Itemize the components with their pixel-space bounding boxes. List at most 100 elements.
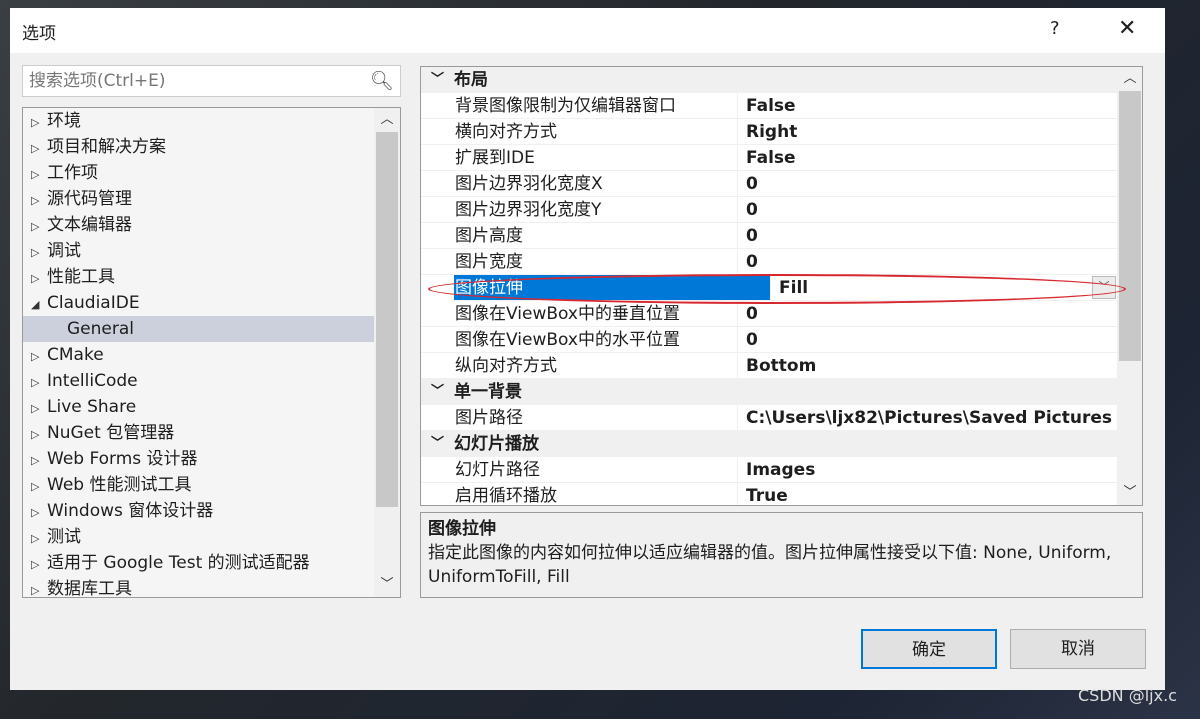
expand-arrow-icon[interactable]: ▷ bbox=[31, 552, 47, 578]
tree-scrollbar[interactable]: ︿ ﹀ bbox=[374, 108, 400, 597]
expand-arrow-icon[interactable]: ▷ bbox=[31, 240, 47, 266]
tree-item[interactable]: ▷ 文本编辑器 bbox=[23, 212, 400, 238]
property-row[interactable]: 启用循环播放 True bbox=[421, 483, 1142, 505]
tree-item[interactable]: ▷ Web Forms 设计器 bbox=[23, 446, 400, 472]
collapse-chevron-icon[interactable]: ﹀ bbox=[421, 67, 454, 93]
property-row[interactable]: 纵向对齐方式 Bottom bbox=[421, 353, 1142, 379]
property-row[interactable]: 图像在ViewBox中的垂直位置 0 bbox=[421, 301, 1142, 327]
tree-item[interactable]: ▷ 调试 bbox=[23, 238, 400, 264]
expand-arrow-icon[interactable]: ◢ bbox=[31, 292, 47, 318]
expand-arrow-icon[interactable]: ▷ bbox=[31, 188, 47, 214]
property-value[interactable]: 0 bbox=[737, 301, 1142, 327]
tree-item[interactable]: ▷ Live Share bbox=[23, 394, 400, 420]
property-value[interactable]: False bbox=[737, 145, 1142, 171]
expand-arrow-icon[interactable]: ▷ bbox=[31, 396, 47, 422]
category-row[interactable]: ﹀ 单一背景 bbox=[421, 379, 1142, 405]
property-value[interactable]: C:\Users\ljx82\Pictures\Saved Pictures bbox=[737, 405, 1142, 431]
expand-arrow-icon[interactable]: ▷ bbox=[31, 344, 47, 370]
property-value[interactable]: 0 bbox=[737, 327, 1142, 353]
category-label: 幻灯片播放 bbox=[454, 434, 539, 454]
property-value[interactable]: Images bbox=[737, 457, 1142, 483]
tree-item[interactable]: ▷ Windows 窗体设计器 bbox=[23, 498, 400, 524]
scroll-thumb[interactable] bbox=[376, 132, 398, 507]
expand-arrow-icon[interactable]: ▷ bbox=[31, 266, 47, 292]
expand-arrow-icon[interactable]: ▷ bbox=[31, 500, 47, 526]
expand-arrow-icon[interactable]: ▷ bbox=[31, 136, 47, 162]
tree-item[interactable]: ▷ 数据库工具 bbox=[23, 576, 400, 597]
category-label: 单一背景 bbox=[454, 382, 522, 402]
category-row[interactable]: ﹀ 布局 bbox=[421, 67, 1142, 93]
tree-item[interactable]: ▷ 测试 bbox=[23, 524, 400, 550]
expand-arrow-icon[interactable]: ▷ bbox=[31, 162, 47, 188]
scroll-up-icon[interactable]: ︿ bbox=[1117, 67, 1142, 91]
expand-arrow-icon[interactable]: ▷ bbox=[31, 526, 47, 552]
expand-arrow-icon[interactable]: ▷ bbox=[31, 474, 47, 500]
property-value[interactable]: True bbox=[737, 483, 1142, 505]
dropdown-arrow-icon[interactable]: ﹀ bbox=[1092, 276, 1116, 299]
property-name: 幻灯片路径 bbox=[421, 457, 737, 483]
property-row[interactable]: 图片路径 C:\Users\ljx82\Pictures\Saved Pictur… bbox=[421, 405, 1142, 431]
search-input[interactable] bbox=[23, 66, 353, 96]
property-value[interactable]: 0 bbox=[737, 223, 1142, 249]
property-name: 纵向对齐方式 bbox=[421, 353, 737, 379]
property-value[interactable]: 0 bbox=[737, 197, 1142, 223]
tree-item[interactable]: ▷ 源代码管理 bbox=[23, 186, 400, 212]
cancel-button[interactable]: 取消 bbox=[1010, 629, 1146, 669]
scroll-thumb[interactable] bbox=[1119, 91, 1141, 361]
property-value[interactable]: False bbox=[737, 93, 1142, 119]
property-name: 图片边界羽化宽度X bbox=[421, 171, 737, 197]
tree-item[interactable]: ▷ 工作项 bbox=[23, 160, 400, 186]
property-row[interactable]: 背景图像限制为仅编辑器窗口 False bbox=[421, 93, 1142, 119]
tree-item-label: Web 性能测试工具 bbox=[47, 475, 192, 495]
scroll-up-icon[interactable]: ︿ bbox=[374, 108, 400, 132]
description-text: 指定此图像的内容如何拉伸以适应编辑器的值。图片拉伸属性接受以下值: None, … bbox=[428, 543, 1112, 587]
grid-scrollbar[interactable]: ︿ ﹀ bbox=[1117, 67, 1142, 505]
tree-item[interactable]: ▷ IntelliCode bbox=[23, 368, 400, 394]
property-row[interactable]: 图片宽度 0 bbox=[421, 249, 1142, 275]
description-title: 图像拉伸 bbox=[428, 519, 496, 539]
tree-item[interactable]: ▷ 性能工具 bbox=[23, 264, 400, 290]
property-row[interactable]: 横向对齐方式 Right bbox=[421, 119, 1142, 145]
tree-item[interactable]: General bbox=[23, 316, 374, 342]
tree-item[interactable]: ◢ ClaudiaIDE bbox=[23, 290, 400, 316]
scroll-down-icon[interactable]: ﹀ bbox=[374, 573, 400, 597]
property-row[interactable]: 图像在ViewBox中的水平位置 0 bbox=[421, 327, 1142, 353]
collapse-chevron-icon[interactable]: ﹀ bbox=[421, 379, 454, 405]
property-value[interactable]: 0 bbox=[737, 171, 1142, 197]
tree-item[interactable]: ▷ CMake bbox=[23, 342, 400, 368]
tree-item-label: NuGet 包管理器 bbox=[47, 423, 175, 443]
tree-item[interactable]: ▷ 项目和解决方案 bbox=[23, 134, 400, 160]
tree-item[interactable]: ▷ 适用于 Google Test 的测试适配器 bbox=[23, 550, 400, 576]
property-value[interactable]: Bottom bbox=[737, 353, 1142, 379]
property-value[interactable]: 0 bbox=[737, 249, 1142, 275]
property-row[interactable]: 图片边界羽化宽度X 0 bbox=[421, 171, 1142, 197]
close-button[interactable]: ✕ bbox=[1118, 16, 1136, 41]
property-row[interactable]: 图片高度 0 bbox=[421, 223, 1142, 249]
ok-button[interactable]: 确定 bbox=[861, 629, 997, 669]
tree-item[interactable]: ▷ 环境 bbox=[23, 108, 400, 134]
help-button[interactable]: ? bbox=[1050, 18, 1060, 39]
tree-item-label: General bbox=[67, 319, 134, 339]
expand-arrow-icon[interactable]: ▷ bbox=[31, 214, 47, 240]
property-row[interactable]: 扩展到IDE False bbox=[421, 145, 1142, 171]
collapse-chevron-icon[interactable]: ﹀ bbox=[421, 431, 454, 457]
scroll-down-icon[interactable]: ﹀ bbox=[1117, 481, 1142, 505]
tree-item[interactable]: ▷ Web 性能测试工具 bbox=[23, 472, 400, 498]
expand-arrow-icon[interactable]: ▷ bbox=[31, 578, 47, 597]
options-dialog: 选项 ? ✕ 🔍︎ ▷环境▷项目和解决方案▷工作项▷源代码管理▷文本编辑器▷调试… bbox=[10, 8, 1165, 690]
property-value[interactable]: Fill bbox=[770, 275, 1142, 301]
tree-item-label: 项目和解决方案 bbox=[47, 137, 166, 157]
search-icon[interactable]: 🔍︎ bbox=[370, 69, 394, 92]
property-row[interactable]: 图像拉伸 Fill ﹀ bbox=[421, 275, 1142, 301]
property-name: 背景图像限制为仅编辑器窗口 bbox=[421, 93, 737, 119]
expand-arrow-icon[interactable]: ▷ bbox=[31, 448, 47, 474]
property-row[interactable]: 图片边界羽化宽度Y 0 bbox=[421, 197, 1142, 223]
tree-item-label: Web Forms 设计器 bbox=[47, 449, 198, 469]
expand-arrow-icon[interactable]: ▷ bbox=[31, 110, 47, 136]
tree-item[interactable]: ▷ NuGet 包管理器 bbox=[23, 420, 400, 446]
expand-arrow-icon[interactable]: ▷ bbox=[31, 422, 47, 448]
category-row[interactable]: ﹀ 幻灯片播放 bbox=[421, 431, 1142, 457]
expand-arrow-icon[interactable]: ▷ bbox=[31, 370, 47, 396]
property-row[interactable]: 幻灯片路径 Images bbox=[421, 457, 1142, 483]
property-value[interactable]: Right bbox=[737, 119, 1142, 145]
